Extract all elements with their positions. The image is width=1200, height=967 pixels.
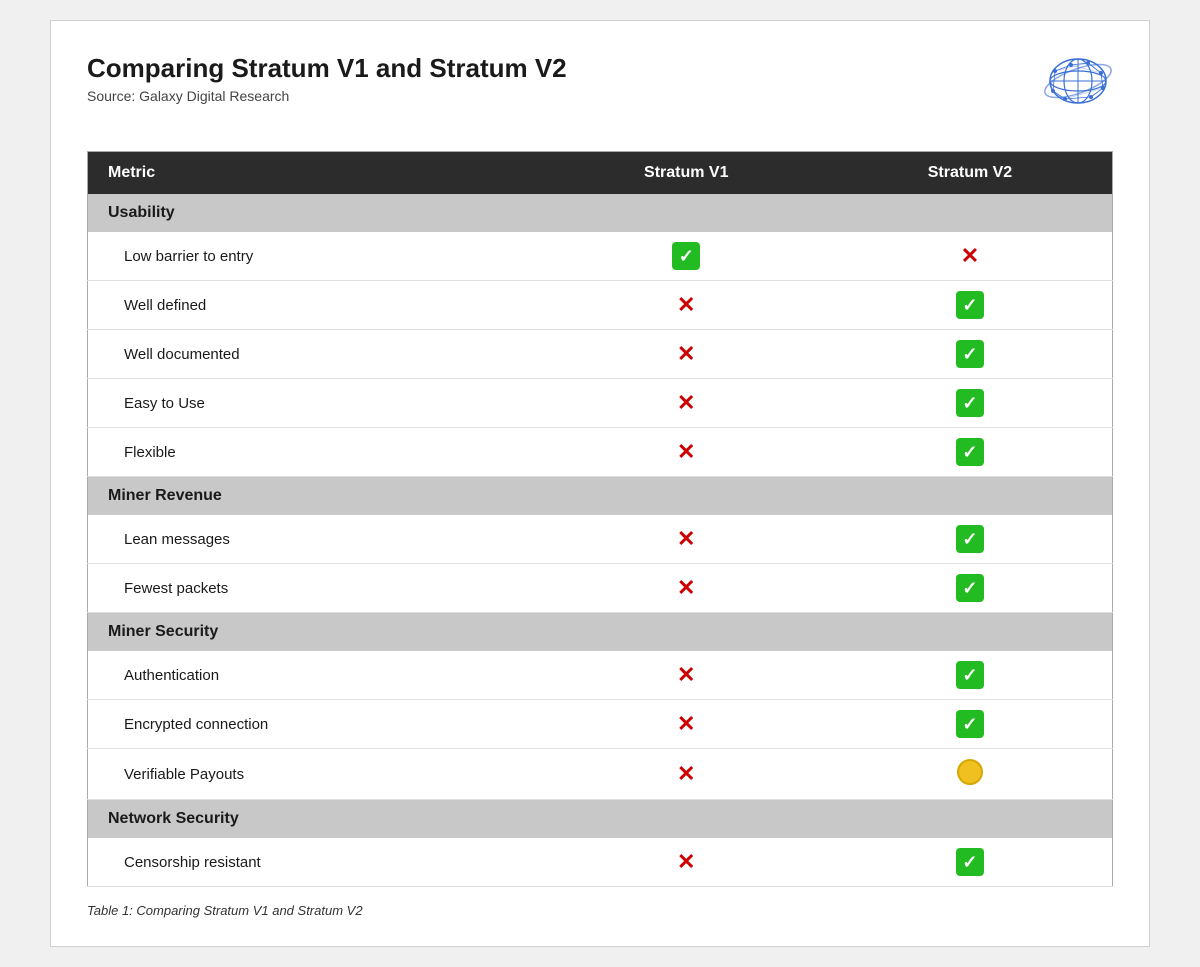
check-icon: ✓ bbox=[672, 242, 700, 270]
cross-icon: ✕ bbox=[961, 242, 979, 270]
v1-cell: ✕ bbox=[545, 428, 828, 477]
table-row: Flexible ✕ ✓ bbox=[88, 428, 1113, 477]
table-row: Low barrier to entry ✓ ✕ bbox=[88, 232, 1113, 281]
check-icon: ✓ bbox=[956, 389, 984, 417]
v2-cell: ✕ bbox=[828, 232, 1113, 281]
metric-cell: Censorship resistant bbox=[88, 838, 545, 887]
table-row: Easy to Use ✕ ✓ bbox=[88, 379, 1113, 428]
table-row: Censorship resistant ✕ ✓ bbox=[88, 838, 1113, 887]
cross-icon: ✕ bbox=[677, 291, 695, 319]
cross-icon: ✕ bbox=[677, 525, 695, 553]
table-row: Lean messages ✕ ✓ bbox=[88, 515, 1113, 564]
v2-cell: ✓ bbox=[828, 428, 1113, 477]
v2-cell: ✓ bbox=[828, 281, 1113, 330]
cross-icon: ✕ bbox=[677, 848, 695, 876]
table-row: Verifiable Payouts ✕ bbox=[88, 749, 1113, 800]
v1-cell: ✕ bbox=[545, 379, 828, 428]
v2-cell: ✓ bbox=[828, 651, 1113, 700]
check-icon: ✓ bbox=[956, 661, 984, 689]
metric-cell: Verifiable Payouts bbox=[88, 749, 545, 800]
metric-cell: Easy to Use bbox=[88, 379, 545, 428]
metric-cell: Flexible bbox=[88, 428, 545, 477]
section-row: Miner Revenue bbox=[88, 477, 1113, 516]
check-icon: ✓ bbox=[956, 525, 984, 553]
table-row: Well defined ✕ ✓ bbox=[88, 281, 1113, 330]
v2-cell: ✓ bbox=[828, 838, 1113, 887]
metric-cell: Authentication bbox=[88, 651, 545, 700]
check-icon: ✓ bbox=[956, 574, 984, 602]
metric-cell: Fewest packets bbox=[88, 564, 545, 613]
metric-cell: Well defined bbox=[88, 281, 545, 330]
logo-area bbox=[1013, 53, 1113, 133]
cross-icon: ✕ bbox=[677, 574, 695, 602]
v1-cell: ✕ bbox=[545, 564, 828, 613]
section-row: Miner Security bbox=[88, 613, 1113, 652]
cross-icon: ✕ bbox=[677, 340, 695, 368]
title-block: Comparing Stratum V1 and Stratum V2 Sour… bbox=[87, 53, 567, 104]
v2-cell: ✓ bbox=[828, 564, 1113, 613]
table-row: Authentication ✕ ✓ bbox=[88, 651, 1113, 700]
metric-cell: Well documented bbox=[88, 330, 545, 379]
col-header-v2: Stratum V2 bbox=[828, 152, 1113, 195]
v2-cell: ✓ bbox=[828, 700, 1113, 749]
section-row: Network Security bbox=[88, 800, 1113, 839]
comparison-table: Metric Stratum V1 Stratum V2 Usability L… bbox=[87, 151, 1113, 887]
v1-cell: ✕ bbox=[545, 749, 828, 800]
check-icon: ✓ bbox=[956, 710, 984, 738]
v2-cell: ✓ bbox=[828, 515, 1113, 564]
main-title: Comparing Stratum V1 and Stratum V2 bbox=[87, 53, 567, 84]
main-card: Comparing Stratum V1 and Stratum V2 Sour… bbox=[50, 20, 1150, 947]
table-row: Fewest packets ✕ ✓ bbox=[88, 564, 1113, 613]
section-row: Usability bbox=[88, 194, 1113, 232]
v1-cell: ✕ bbox=[545, 838, 828, 887]
col-header-v1: Stratum V1 bbox=[545, 152, 828, 195]
col-header-metric: Metric bbox=[88, 152, 545, 195]
section-label: Miner Security bbox=[88, 613, 1113, 652]
circle-icon bbox=[957, 759, 983, 785]
cross-icon: ✕ bbox=[677, 710, 695, 738]
section-label: Usability bbox=[88, 194, 1113, 232]
section-label: Network Security bbox=[88, 800, 1113, 839]
section-label: Miner Revenue bbox=[88, 477, 1113, 516]
check-icon: ✓ bbox=[956, 291, 984, 319]
v1-cell: ✕ bbox=[545, 330, 828, 379]
header-area: Comparing Stratum V1 and Stratum V2 Sour… bbox=[87, 53, 1113, 133]
table-row: Encrypted connection ✕ ✓ bbox=[88, 700, 1113, 749]
v1-cell: ✕ bbox=[545, 700, 828, 749]
check-icon: ✓ bbox=[956, 340, 984, 368]
v1-cell: ✕ bbox=[545, 651, 828, 700]
cross-icon: ✕ bbox=[677, 389, 695, 417]
table-row: Well documented ✕ ✓ bbox=[88, 330, 1113, 379]
brand-logo-icon bbox=[1013, 53, 1113, 133]
table-caption: Table 1: Comparing Stratum V1 and Stratu… bbox=[87, 903, 1113, 918]
cross-icon: ✕ bbox=[677, 760, 695, 788]
cross-icon: ✕ bbox=[677, 438, 695, 466]
v1-cell: ✓ bbox=[545, 232, 828, 281]
v1-cell: ✕ bbox=[545, 281, 828, 330]
cross-icon: ✕ bbox=[677, 661, 695, 689]
source-subtitle: Source: Galaxy Digital Research bbox=[87, 88, 567, 104]
v2-cell: ✓ bbox=[828, 379, 1113, 428]
v2-cell: ✓ bbox=[828, 330, 1113, 379]
v1-cell: ✕ bbox=[545, 515, 828, 564]
check-icon: ✓ bbox=[956, 438, 984, 466]
v2-cell bbox=[828, 749, 1113, 800]
metric-cell: Encrypted connection bbox=[88, 700, 545, 749]
metric-cell: Lean messages bbox=[88, 515, 545, 564]
check-icon: ✓ bbox=[956, 848, 984, 876]
metric-cell: Low barrier to entry bbox=[88, 232, 545, 281]
